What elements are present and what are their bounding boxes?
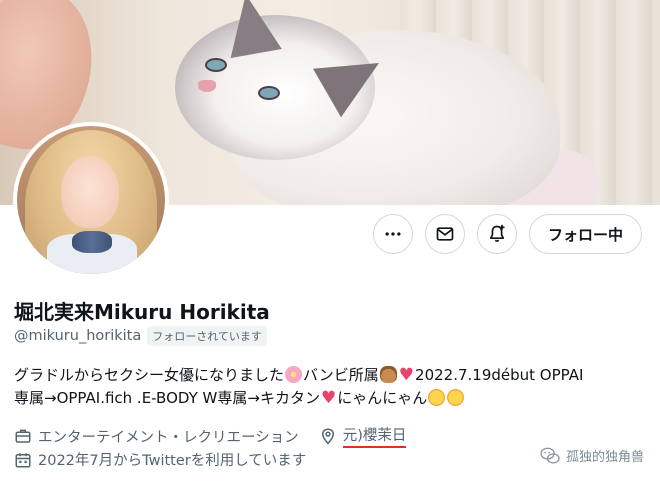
profile-actions: フォロー中 xyxy=(372,214,642,254)
deer-icon xyxy=(379,366,397,383)
notify-button[interactable] xyxy=(476,214,517,254)
bio-text: バンビ所属 xyxy=(303,366,379,384)
handle-row: @mikuru_horikita フォローされています xyxy=(14,326,267,346)
location-text: 元)櫻茉日 xyxy=(342,424,407,448)
message-button[interactable] xyxy=(424,214,465,254)
bio-text: 専属→OPPAI.fich .E-BODY W専属→キカタン xyxy=(14,389,320,407)
banner-cat-nose xyxy=(198,80,216,92)
follows-you-badge: フォローされています xyxy=(147,326,267,346)
mail-icon xyxy=(436,227,454,241)
bell-plus-icon xyxy=(489,224,505,242)
banner-cat-eye xyxy=(258,86,280,100)
cat-face-icon xyxy=(447,389,465,406)
more-icon xyxy=(385,232,401,236)
bio-text: グラドルからセクシー女優になりました xyxy=(14,366,285,384)
profile-meta-row: 2022年7月からTwitterを利用しています xyxy=(14,449,306,470)
profile-category[interactable]: エンターテイメント・レクリエーション xyxy=(38,426,299,447)
watermark: 孤独的独角兽 xyxy=(540,446,644,465)
avatar-image xyxy=(17,126,165,274)
bio-line: 専属→OPPAI.fich .E-BODY W専属→キカタン♥にゃんにゃん xyxy=(14,387,654,410)
briefcase-icon xyxy=(15,429,31,443)
profile-location: 元)櫻茉日 xyxy=(319,424,407,448)
heart-icon: ♥ xyxy=(320,388,337,408)
avatar-face xyxy=(61,156,119,228)
banner-cat-eye xyxy=(205,58,227,72)
bio-text: 2022.7.19début OPPAI xyxy=(415,366,584,384)
banner-cat-ear xyxy=(220,0,282,59)
location-pin-icon xyxy=(321,428,334,445)
wechat-icon xyxy=(540,447,560,464)
cat-face-icon xyxy=(428,389,446,406)
join-date: 2022年7月からTwitterを利用しています xyxy=(38,453,307,469)
heart-icon: ♥ xyxy=(398,365,415,385)
calendar-icon xyxy=(15,452,31,467)
bio-text: にゃんにゃん xyxy=(337,389,428,407)
profile-bio: グラドルからセクシー女優になりました バンビ所属 ♥2022.7.19début O… xyxy=(14,364,654,410)
avatar-bow xyxy=(72,231,112,253)
following-button[interactable]: フォロー中 xyxy=(528,214,642,254)
bio-line: グラドルからセクシー女優になりました バンビ所属 ♥2022.7.19début O… xyxy=(14,364,654,387)
display-name: 堀北実来Mikuru Horikita xyxy=(14,300,270,324)
avatar[interactable] xyxy=(13,122,169,278)
user-handle: @mikuru_horikita xyxy=(14,328,142,344)
cherry-blossom-icon xyxy=(285,366,303,383)
more-button[interactable] xyxy=(372,214,413,254)
watermark-text: 孤独的独角兽 xyxy=(565,450,644,465)
profile-meta-row: エンターテイメント・レクリエーション 元)櫻茉日 xyxy=(14,424,407,448)
